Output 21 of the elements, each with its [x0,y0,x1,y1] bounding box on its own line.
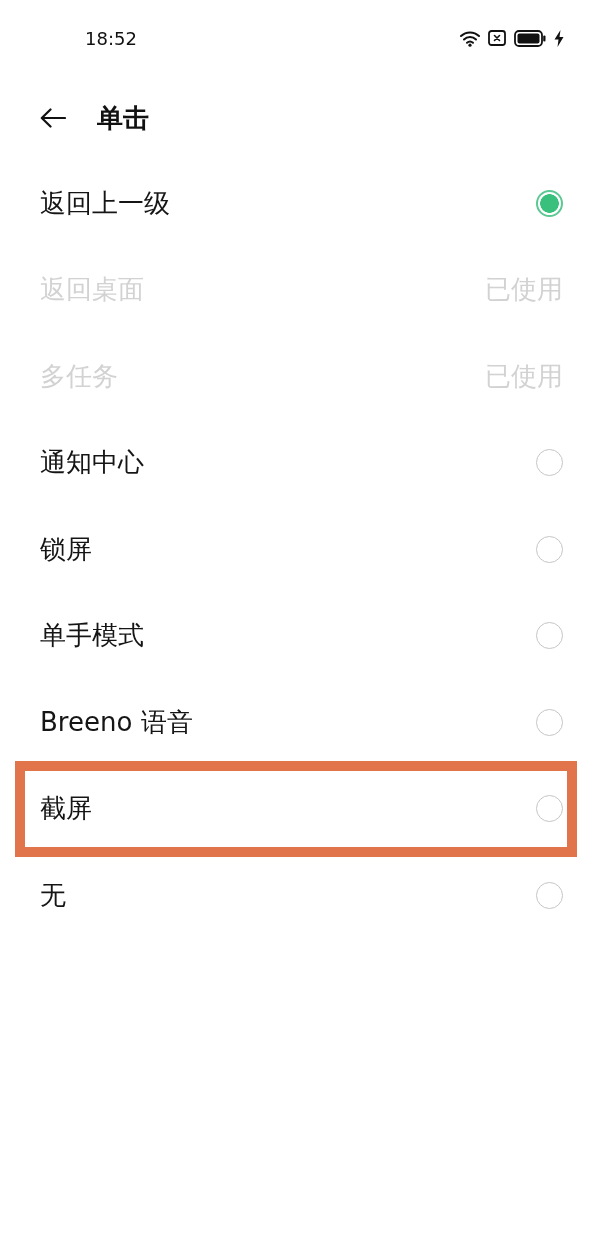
wifi-icon [460,29,480,47]
radio-button[interactable] [536,535,563,563]
option-label[interactable]: Breeno 语音 [40,704,193,740]
option-label[interactable]: 锁屏 [40,531,92,567]
radio-button[interactable] [536,881,563,909]
option-label[interactable]: 通知中心 [40,445,144,481]
status-time: 18:52 [85,27,137,49]
radio-button[interactable] [536,795,563,823]
option-label[interactable]: 截屏 [40,791,92,827]
page-title: 单击 [97,101,149,135]
option-label[interactable]: 返回上一级 [40,185,170,221]
battery-icon [514,29,546,47]
radio-button[interactable] [536,449,563,477]
radio-button[interactable] [536,708,563,736]
radio-button[interactable] [536,622,563,650]
option-label[interactable]: 单手模式 [40,618,144,654]
radio-button[interactable] [536,189,563,217]
charging-bolt-icon [554,29,564,47]
back-icon[interactable] [40,108,66,128]
x-box-icon [488,30,506,46]
option-label[interactable]: 无 [40,877,66,913]
